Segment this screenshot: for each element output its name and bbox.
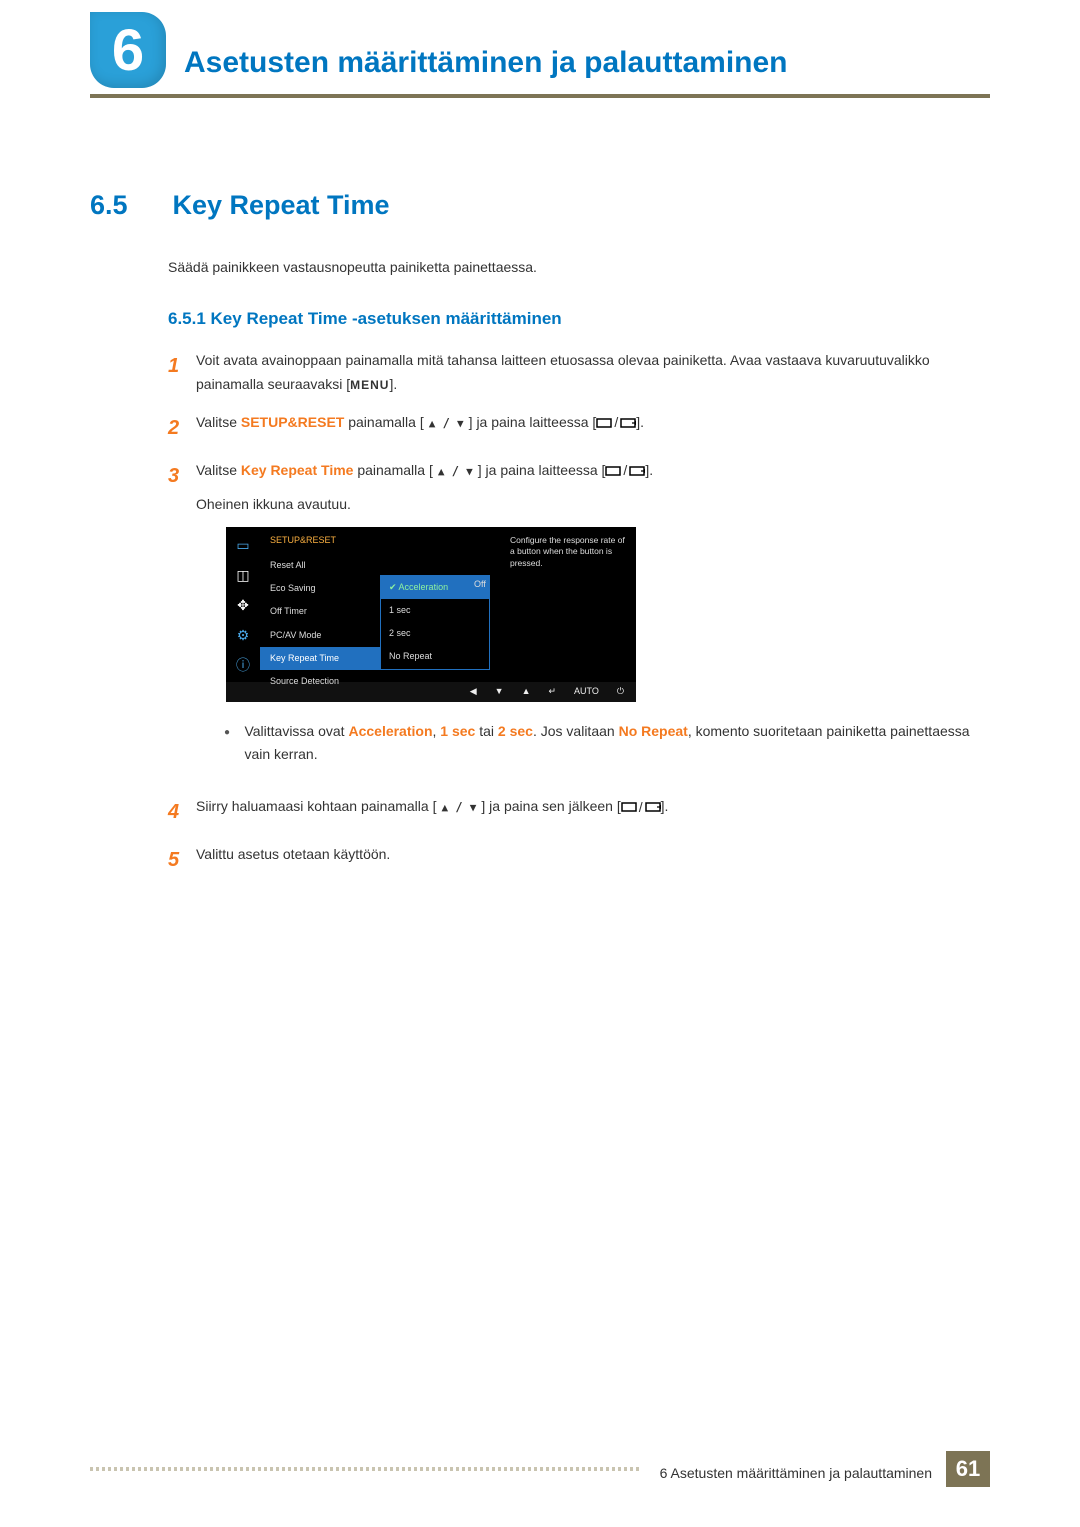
osd-item: PC/AV Mode <box>260 624 380 647</box>
text: . Jos valitaan <box>533 723 619 739</box>
text: ]. <box>636 414 644 430</box>
step-body: Voit avata avainoppaan painamalla mitä t… <box>196 349 990 397</box>
text: painamalla [ <box>353 462 432 478</box>
steps: 1 Voit avata avainoppaan painamalla mitä… <box>168 349 990 877</box>
content: 6.5 Key Repeat Time Säädä painikkeen vas… <box>90 190 990 891</box>
osd-item: Off Timer <box>260 600 380 623</box>
header-bar: 6 Asetusten määrittäminen ja palauttamin… <box>90 40 990 98</box>
step-body: Valitse SETUP&RESET painamalla [▲ / ▼] j… <box>196 411 990 445</box>
up-down-icon: ▲ / ▼ <box>436 797 481 818</box>
text: ]. <box>645 462 653 478</box>
text: ]. <box>389 376 397 392</box>
move-icon: ✥ <box>232 595 254 617</box>
footer: 6 Asetusten määrittäminen ja palauttamin… <box>90 1451 990 1487</box>
menu-icon: MENU <box>350 378 389 392</box>
chapter-number-box: 6 <box>90 12 166 88</box>
osd-menu: SETUP&RESET Reset All Eco Saving Off Tim… <box>260 527 380 682</box>
footer-text: 6 Asetusten määrittäminen ja palauttamin… <box>660 1465 932 1487</box>
text: ] ja paina sen jälkeen [ <box>481 798 620 814</box>
osd-header: SETUP&RESET <box>260 533 380 554</box>
text: painamalla [ <box>344 414 423 430</box>
highlight: No Repeat <box>619 723 688 739</box>
chapter-title: Asetusten määrittäminen ja palauttaminen <box>184 44 788 82</box>
osd-help: Configure the response rate of a button … <box>490 527 636 682</box>
dd-item: 1 sec <box>381 599 489 622</box>
step-body: Valittu asetus otetaan käyttöön. <box>196 843 990 877</box>
osd-sidebar: ▭ ◫ ✥ ⚙ ⓘ <box>226 527 260 682</box>
rect-source-icon: / <box>621 796 661 820</box>
subsection-heading: 6.5.1 Key Repeat Time -asetuksen määritt… <box>168 309 990 329</box>
rect-source-icon: / <box>605 459 645 483</box>
highlight: 2 sec <box>498 723 533 739</box>
enter-icon: ↵ <box>548 684 556 699</box>
text: Voit avata avainoppaan painamalla mitä t… <box>196 352 930 392</box>
power-icon: ⏻ <box>617 684 624 699</box>
auto-label: AUTO <box>574 684 599 699</box>
info-icon: ⓘ <box>232 655 254 677</box>
bullet-body: Valittavissa ovat Acceleration, 1 sec ta… <box>244 720 990 768</box>
monitor-icon: ▭ <box>232 535 254 557</box>
highlight: Key Repeat Time <box>241 462 354 478</box>
text: Oheinen ikkuna avautuu. <box>196 493 990 517</box>
osd-screenshot: ▭ ◫ ✥ ⚙ ⓘ SETUP&RESET Reset All Eco Savi… <box>226 527 636 702</box>
text: tai <box>475 723 498 739</box>
osd-value-off: Off <box>474 577 486 592</box>
step-5: 5 Valittu asetus otetaan käyttöön. <box>168 843 990 877</box>
text: ] ja paina laitteessa [ <box>478 462 606 478</box>
section-title: Key Repeat Time <box>172 190 389 220</box>
text: Siirry haluamaasi kohtaan painamalla [ <box>196 798 436 814</box>
step-number: 1 <box>168 349 196 397</box>
step-number: 5 <box>168 843 196 877</box>
left-icon: ◀ <box>470 684 477 699</box>
text: Valitse <box>196 462 241 478</box>
step-1: 1 Voit avata avainoppaan painamalla mitä… <box>168 349 990 397</box>
up-down-icon: ▲ / ▼ <box>433 461 478 482</box>
highlight: 1 sec <box>440 723 475 739</box>
up-icon: ▲ <box>522 684 531 699</box>
footer-page-number: 61 <box>946 1451 990 1487</box>
step-3: 3 Valitse Key Repeat Time painamalla [▲ … <box>168 459 990 782</box>
highlight: SETUP&RESET <box>241 414 344 430</box>
text: Valittavissa ovat <box>244 723 348 739</box>
osd-item-selected: Key Repeat Time <box>260 647 380 670</box>
rect-source-icon: / <box>596 411 636 435</box>
picture-icon: ◫ <box>232 565 254 587</box>
osd-item: Source Detection <box>260 670 380 693</box>
step-number: 3 <box>168 459 196 782</box>
step-number: 2 <box>168 411 196 445</box>
bullet: ● Valittavissa ovat Acceleration, 1 sec … <box>224 720 990 768</box>
step-4: 4 Siirry haluamaasi kohtaan painamalla [… <box>168 795 990 829</box>
up-down-icon: ▲ / ▼ <box>424 413 469 434</box>
osd-item: Reset All <box>260 554 380 577</box>
step-number: 4 <box>168 795 196 829</box>
step-body: Valitse Key Repeat Time painamalla [▲ / … <box>196 459 990 782</box>
highlight: Acceleration <box>348 723 432 739</box>
osd-item: Eco Saving <box>260 577 380 600</box>
osd-dropdown: Acceleration 1 sec 2 sec No Repeat <box>380 527 490 682</box>
dd-item: No Repeat <box>381 645 489 668</box>
text: Valitse <box>196 414 241 430</box>
gear-icon: ⚙ <box>232 625 254 647</box>
footer-divider <box>90 1467 640 1471</box>
dd-item-selected: Acceleration <box>381 576 489 599</box>
text: ]. <box>661 798 669 814</box>
bullet-dot-icon: ● <box>224 720 244 768</box>
intro-text: Säädä painikkeen vastausnopeutta painike… <box>168 259 990 275</box>
section-heading: 6.5 Key Repeat Time <box>90 190 990 221</box>
step-2: 2 Valitse SETUP&RESET painamalla [▲ / ▼]… <box>168 411 990 445</box>
down-icon: ▼ <box>495 684 504 699</box>
text: ] ja paina laitteessa [ <box>469 414 597 430</box>
section-number: 6.5 <box>90 190 168 221</box>
step-body: Siirry haluamaasi kohtaan painamalla [▲ … <box>196 795 990 829</box>
dd-item: 2 sec <box>381 622 489 645</box>
